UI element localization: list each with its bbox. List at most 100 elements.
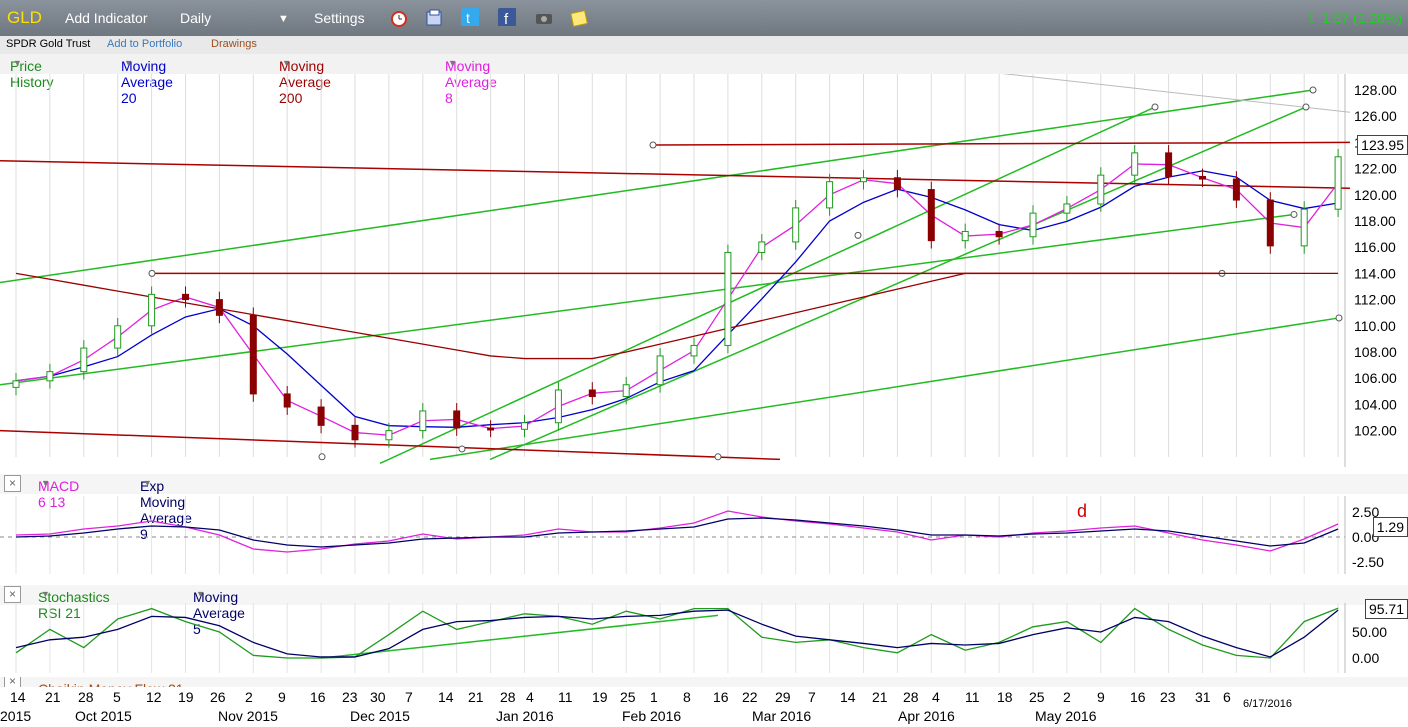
current-date-label: 6/17/2016 [1243,698,1292,710]
x-tick-day: 11 [558,689,573,705]
sub-bar: SPDR Gold Trust Add to Portfolio Drawing… [0,36,1408,54]
y-tick-label: 128.00 [1354,82,1397,98]
close-icon[interactable]: × [4,586,21,603]
drawings-link[interactable]: Drawings [211,38,257,50]
x-tick-day: 14 [840,689,856,705]
candle [656,355,664,386]
chevron-down-icon[interactable]: ▼ [278,13,289,25]
price-legend: Price History ▼ Moving Average 20 ▼ Moving… [0,54,1408,106]
ticker-symbol: GLD [7,8,42,27]
add-indicator-button[interactable]: Add Indicator [65,10,148,26]
anchor-point [148,269,156,277]
candle [148,293,156,327]
candle [1266,199,1274,247]
candle [80,347,88,373]
x-tick-day: 4 [932,689,940,705]
print-icon[interactable] [425,9,443,27]
chevron-down-icon[interactable]: ▼ [13,58,22,68]
chevron-down-icon[interactable]: ▼ [448,58,457,68]
alarm-icon[interactable] [390,9,408,27]
candle [1131,152,1139,176]
chevron-down-icon[interactable]: ▼ [124,58,133,68]
macd-annotation: d [1077,501,1088,521]
x-tick-month: Dec 2015 [350,708,410,724]
up-arrow-icon: ⇧ [1306,10,1318,26]
price-change: ⇧ 1.57 (1.28%) [1306,10,1402,27]
x-tick-day: 23 [342,689,358,705]
anchor-point [318,453,326,461]
y-tick-label: 104.00 [1354,396,1397,412]
x-tick-day: 16 [1130,689,1146,705]
x-tick-month: May 2016 [1035,708,1097,724]
camera-icon[interactable] [535,10,553,28]
interval-select[interactable]: Daily [180,10,211,26]
facebook-icon[interactable]: f [498,8,516,26]
candle [1199,175,1206,180]
anchor-point [1302,103,1310,111]
anchor-point [1151,103,1159,111]
anchor-point [854,231,862,239]
candle [521,422,528,430]
last-price-box: 123.95 [1357,135,1408,155]
candle [215,299,223,316]
add-to-portfolio-link[interactable]: Add to Portfolio [107,38,182,50]
x-tick-day: 7 [808,689,816,705]
x-tick-day: 9 [278,689,286,705]
x-tick-day: 18 [997,689,1013,705]
anchor-point [1335,314,1343,322]
x-tick-month: Oct 2015 [75,708,132,724]
candle [12,380,20,388]
x-tick-day: 19 [178,689,194,705]
anchor-point [714,453,722,461]
candle [554,389,562,424]
x-tick-day: 7 [405,689,413,705]
chevron-down-icon[interactable]: ▼ [196,589,205,599]
y-tick-label: -2.50 [1352,554,1384,570]
chevron-down-icon[interactable]: ▼ [282,58,291,68]
candle [351,424,359,441]
chevron-down-icon[interactable]: ▼ [143,478,152,488]
x-tick-day: 28 [78,689,94,705]
x-tick-day: 16 [713,689,729,705]
x-tick-day: 2 [1063,689,1071,705]
candle [826,181,834,209]
close-icon[interactable]: × [4,475,21,492]
stoch-chart[interactable]: 50.00 0.00 [0,603,1408,673]
y-tick-label: 110.00 [1354,318,1396,334]
x-tick-day: 11 [965,689,980,705]
x-tick-day: 9 [1097,689,1105,705]
macd-chart[interactable]: 2.500.00-2.50 [0,496,1408,574]
x-tick-day: 16 [310,689,326,705]
stoch-header: × Stochastics RSI 21 ▼ Moving Average 5 ▼ [0,585,1408,637]
security-name: SPDR Gold Trust [6,38,91,50]
candle [419,410,427,432]
y-tick-label: 50.00 [1352,624,1387,640]
candle [1165,152,1173,177]
x-tick-day: 26 [210,689,226,705]
x-tick-month: Mar 2016 [752,708,812,724]
chevron-down-icon[interactable]: ▼ [41,478,50,488]
x-tick-month: Nov 2015 [218,708,278,724]
price-chart[interactable]: 128.00126.00124.00122.00120.00118.00116.… [0,74,1408,467]
candle [588,389,596,398]
twitter-icon[interactable]: t [461,8,479,26]
x-tick-day: 6 [1223,689,1231,705]
stoch-last-box: 95.71 [1364,599,1408,619]
settings-button[interactable]: Settings [314,10,365,26]
ma200-line [15,272,1339,360]
trendline [489,106,1307,461]
chevron-down-icon[interactable]: ▼ [41,589,50,599]
x-axis: 14 21 28 5 12 19 26 2 9 16 23 30 7 14 21 28 4 11 19 25 1 8 16 2… [0,687,1408,727]
candle [1097,174,1105,205]
x-tick-day: 5 [113,689,121,705]
x-tick-day: 28 [500,689,516,705]
candle [622,384,630,398]
candle [385,430,393,441]
trendline [0,89,1314,284]
candle [453,410,461,429]
candle [182,293,189,301]
x-tick-day: 28 [903,689,919,705]
y-tick-label: 114.00 [1354,265,1396,281]
support-line [652,141,1351,146]
notes-icon[interactable] [570,9,588,27]
